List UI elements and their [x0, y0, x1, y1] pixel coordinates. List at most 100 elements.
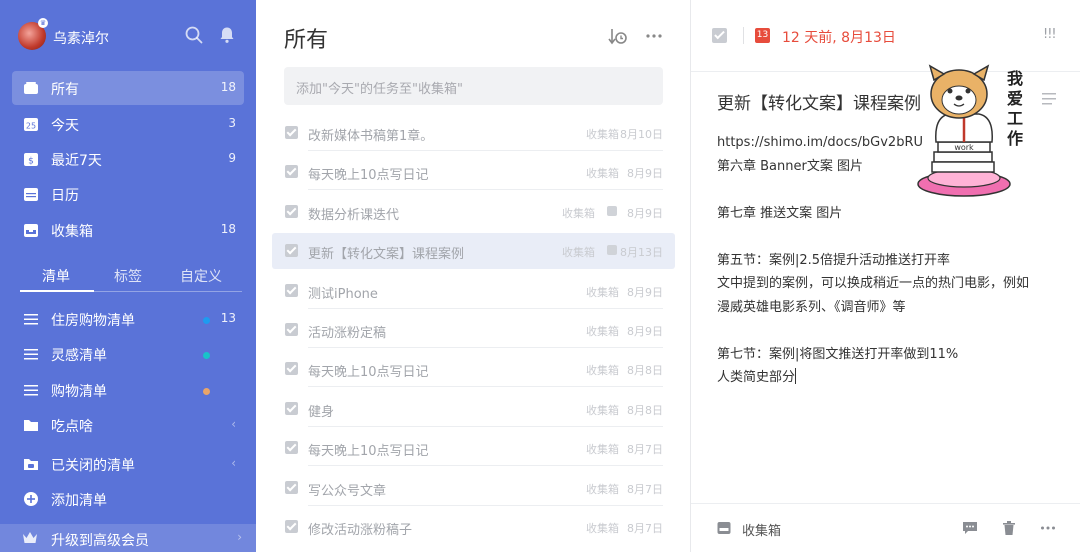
sidebar-item-label: 吃点啥	[51, 419, 93, 435]
sidebar-item-list[interactable]: 灵感清单	[12, 337, 244, 371]
crown-icon	[23, 532, 37, 543]
task-title: 每天晚上10点写日记	[308, 365, 429, 381]
task-row[interactable]: 每天晚上10点写日记 收集箱 8月9日	[272, 154, 675, 191]
add-list-label: 添加清单	[51, 493, 107, 509]
task-due-date: 8月7日	[627, 522, 663, 535]
calendar-icon[interactable]: 13	[755, 28, 770, 43]
task-row[interactable]: 改新媒体书稿第1章。 收集箱 8月10日	[272, 115, 675, 151]
task-title: 修改活动涨粉稿子	[308, 523, 413, 538]
inbox-icon	[24, 224, 38, 237]
sort-icon[interactable]	[608, 27, 628, 45]
task-due-date: 8月7日	[627, 482, 663, 496]
description-text: 漫威英雄电影系列、《调音师》等	[717, 299, 906, 315]
task-list-name: 收集箱	[586, 522, 619, 535]
task-checkbox[interactable]	[285, 244, 298, 258]
tab-lists[interactable]: 清单	[42, 266, 70, 286]
active-tab-indicator	[20, 290, 94, 292]
task-row[interactable]: 健身 收集箱 8月8日	[272, 391, 675, 427]
page-title: 所有	[284, 28, 329, 53]
user-name[interactable]: 乌素淖尔	[53, 28, 109, 48]
description-line: 第七章 推送文案 图片	[717, 202, 1057, 226]
folder-icon	[24, 420, 38, 431]
sidebar-item-next-7-days[interactable]: $ 最近7天 9	[12, 142, 244, 176]
task-due-date: 8月9日	[627, 285, 663, 299]
sidebar-item-label: 住房购物清单	[51, 313, 135, 329]
task-title: 每天晚上10点写日记	[308, 168, 429, 184]
task-title: 数据分析课迭代	[308, 207, 400, 223]
sticker-text: 工	[1007, 109, 1023, 128]
task-row[interactable]: 每天晚上10点写日记 收集箱 8月8日	[272, 351, 675, 388]
row-divider	[308, 504, 663, 506]
task-row[interactable]: 更新【转化文案】课程案例 收集箱 8月13日	[272, 233, 675, 270]
sticker-book-label: work	[954, 143, 974, 152]
row-divider	[308, 189, 663, 191]
more-options-icon[interactable]	[644, 27, 664, 45]
trash-icon[interactable]	[1001, 520, 1017, 536]
inbox-icon[interactable]	[717, 521, 731, 535]
sticker-text: 我	[1007, 69, 1023, 88]
sidebar-item-folder[interactable]: 吃点啥 ‹	[12, 408, 244, 442]
sidebar-item-label: 所有	[51, 82, 79, 98]
task-checkbox[interactable]	[285, 441, 298, 455]
task-list-name: 收集箱	[586, 325, 619, 338]
upgrade-premium-button[interactable]: 升级到高级会员 ›	[0, 524, 256, 552]
task-row[interactable]: 写公众号文章 收集箱 8月7日	[272, 470, 675, 506]
task-checkbox[interactable]	[285, 165, 298, 179]
task-title[interactable]: 更新【转化文案】课程案例	[717, 89, 921, 114]
add-list-button[interactable]: 添加清单	[12, 482, 244, 516]
comment-icon[interactable]	[962, 520, 978, 536]
chevron-left-icon[interactable]: ‹	[231, 417, 236, 431]
task-checkbox[interactable]	[285, 283, 298, 297]
task-title: 每天晚上10点写日记	[308, 444, 429, 460]
sidebar-item-today[interactable]: 25 今天 3	[12, 107, 244, 141]
chevron-left-icon[interactable]: ‹	[231, 456, 236, 470]
task-checkbox[interactable]	[285, 126, 298, 139]
task-list-panel: 所有 添加"今天"的任务至"收集箱" 改新媒体书稿第1章。 收集箱 8月10日 每天晚…	[256, 0, 690, 552]
task-checkbox[interactable]	[285, 401, 298, 415]
task-row[interactable]: 测试iPhone 收集箱 8月9日	[272, 273, 675, 309]
task-checkbox[interactable]	[285, 323, 298, 336]
task-row[interactable]: 修改活动涨粉稿子 收集箱 8月7日	[272, 509, 675, 545]
description-line: 第五节：案例|2.5倍提升活动推送打开率	[717, 249, 1057, 273]
row-divider	[308, 347, 663, 348]
task-list-name: 收集箱	[586, 403, 619, 417]
crown-badge-icon: ♛	[38, 18, 48, 28]
calendar-week-icon: $	[24, 153, 38, 167]
sidebar-item-list[interactable]: 住房购物清单 13	[12, 302, 244, 336]
sidebar: ♛ 乌素淖尔 所有 18 25 今天 3 $ 最近7天 9 日历 收集箱 18 …	[0, 0, 256, 552]
task-title: 测试iPhone	[308, 286, 378, 302]
cartoon-dog-sticker: work 我 爱 工 作	[917, 64, 1023, 197]
priority-icon[interactable]: !!!	[1043, 27, 1057, 42]
task-title: 活动涨粉定稿	[308, 326, 387, 341]
task-row[interactable]: 每天晚上10点写日记 收集箱 8月7日	[272, 430, 675, 467]
task-list-name: 收集箱	[586, 128, 619, 141]
sticker-text: 爱	[1007, 89, 1023, 108]
sidebar-item-list[interactable]: 购物清单	[12, 373, 244, 407]
add-task-input[interactable]: 添加"今天"的任务至"收集箱"	[284, 67, 663, 105]
note-icon	[607, 205, 617, 216]
bell-icon[interactable]	[217, 25, 237, 45]
task-checkbox[interactable]	[285, 520, 298, 533]
sidebar-item-calendar[interactable]: 日历	[12, 177, 244, 211]
menu-lines-icon[interactable]	[1041, 92, 1057, 106]
task-complete-checkbox[interactable]	[712, 28, 727, 43]
task-checkbox[interactable]	[285, 480, 298, 494]
sticker-text: 作	[1007, 129, 1023, 148]
description-text: 第七章 推送文案 图片	[717, 205, 843, 221]
task-list-selector[interactable]: 收集箱	[742, 520, 781, 539]
task-due-date: 8月9日	[627, 167, 663, 181]
task-checkbox[interactable]	[285, 204, 298, 218]
tab-tags[interactable]: 标签	[114, 266, 142, 286]
search-icon[interactable]	[184, 25, 204, 45]
more-options-icon[interactable]	[1040, 520, 1056, 536]
tab-custom[interactable]: 自定义	[180, 266, 222, 286]
description-text: 第七节：案例|将图文推送打开率做到11%	[717, 346, 959, 362]
due-date[interactable]: 12 天前, 8月13日	[782, 27, 896, 47]
sidebar-item-all[interactable]: 所有 18	[12, 71, 244, 105]
sidebar-item-inbox[interactable]: 收集箱 18	[12, 213, 244, 247]
sidebar-item-closed-lists[interactable]: 已关闭的清单 ‹	[12, 447, 244, 481]
task-row[interactable]: 数据分析课迭代 收集箱 8月9日	[272, 194, 675, 230]
task-row[interactable]: 活动涨粉定稿 收集箱 8月9日	[272, 312, 675, 348]
task-checkbox[interactable]	[285, 362, 298, 376]
sidebar-item-label: 最近7天	[51, 153, 102, 169]
